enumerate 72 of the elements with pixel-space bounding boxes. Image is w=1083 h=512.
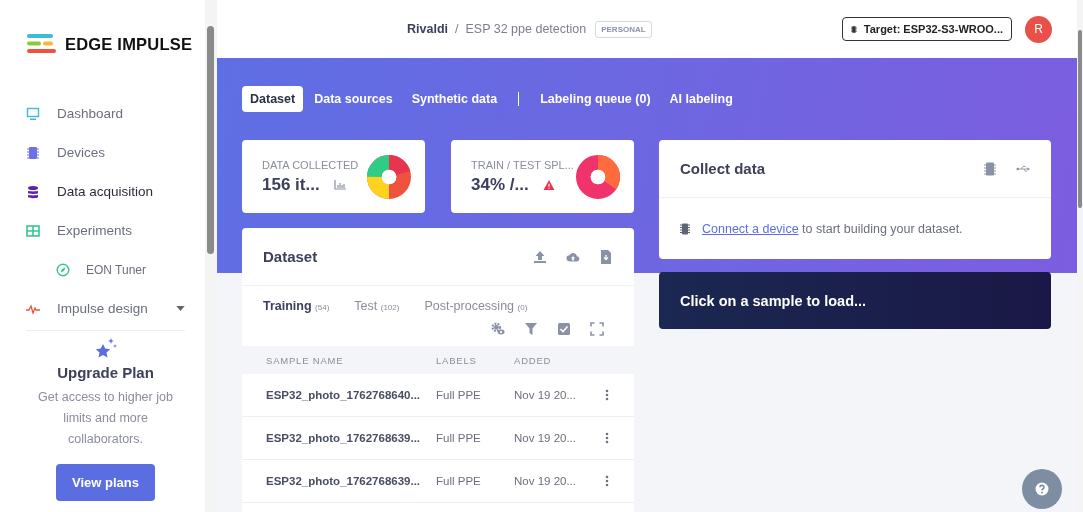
owner-name[interactable]: Rivaldi — [407, 22, 448, 36]
upload-icon[interactable] — [533, 249, 547, 264]
tab[interactable]: Labeling queue (0) — [532, 86, 659, 112]
target-button[interactable]: Target: ESP32-S3-WROO... — [842, 17, 1012, 41]
chip-icon — [680, 222, 690, 235]
stat-value: 156 it... — [262, 174, 320, 195]
scrollbar[interactable] — [1077, 0, 1083, 512]
gear-eye-icon[interactable] — [491, 322, 505, 336]
table-cell-text: ESP32_photo_1762768640... — [266, 389, 422, 401]
donut-chart-drawing — [367, 154, 411, 199]
breadcrumb-separator: / — [455, 22, 459, 36]
bar-chart-icon — [333, 179, 346, 190]
donut-chart-drawing — [576, 154, 620, 199]
avatar[interactable]: R — [1025, 15, 1052, 43]
column-header[interactable]: ADDED — [514, 354, 596, 366]
stat-value: 34% /... — [471, 174, 529, 195]
more-icon[interactable] — [605, 475, 609, 487]
tab[interactable]: AI labeling — [661, 86, 741, 112]
warning-icon — [542, 179, 555, 190]
sidebar-item[interactable]: Impulse design — [26, 289, 185, 328]
card-title: Dataset — [263, 248, 318, 265]
sidebar-item[interactable]: Data acquisition — [26, 172, 185, 211]
table-cell-text: ESP32_photo_1762768639... — [266, 475, 422, 487]
upgrade-title: Upgrade Plan — [57, 364, 154, 381]
monitor-icon — [26, 106, 40, 121]
view-plans-button[interactable]: View plans — [56, 464, 155, 501]
sidebar-item[interactable]: EON Tuner — [26, 250, 185, 289]
logo-icon — [26, 33, 57, 55]
scrollbar[interactable] — [205, 0, 217, 512]
column-header[interactable]: LABELS — [436, 354, 514, 366]
table-cell-text: ESP32_photo_1762768639... — [266, 432, 422, 444]
table-cell-text: Nov 19 20... — [514, 389, 577, 401]
subtab[interactable]: Post-processing (0) — [424, 299, 528, 313]
caret-icon — [176, 306, 185, 311]
connect-message: Connect a device to start building your dataset. — [702, 221, 963, 236]
tab[interactable]: Dataset — [242, 86, 304, 112]
fullscreen-icon[interactable] — [590, 322, 604, 336]
connect-device-link[interactable]: Connect a device — [702, 221, 799, 236]
stat-title: DATA COLLECTED — [262, 158, 360, 171]
sidebar-item[interactable]: Experiments — [26, 211, 185, 250]
file-download-icon[interactable] — [599, 249, 613, 264]
chip-icon[interactable] — [983, 161, 997, 176]
sidebar-item[interactable]: Dashboard — [26, 94, 185, 133]
help-button[interactable] — [1022, 469, 1062, 509]
compass-icon — [56, 262, 70, 277]
subtab[interactable]: Training (54) — [263, 299, 330, 313]
help-icon — [1035, 482, 1049, 496]
filter-icon[interactable] — [524, 322, 538, 336]
logo-text: EDGE IMPULSE — [65, 34, 193, 54]
stat-title: TRAIN / TEST SPL... — [471, 158, 575, 171]
table-cell-text: Nov 19 20... — [514, 432, 577, 444]
sidebar-item[interactable]: Devices — [26, 133, 185, 172]
subtab[interactable]: Test (102) — [354, 299, 400, 313]
chip-icon — [851, 23, 857, 35]
database-icon — [26, 184, 40, 199]
table-cell-text: Full PPE — [436, 432, 482, 444]
checkbox-icon[interactable] — [557, 322, 571, 336]
plan-badge: PERSONAL — [595, 20, 652, 38]
table-cell-text: Full PPE — [436, 475, 482, 487]
column-header[interactable]: SAMPLE NAME — [266, 354, 436, 366]
table-cell-text: Full PPE — [436, 389, 482, 401]
tab[interactable]: Data sources — [306, 86, 401, 112]
card-title: Collect data — [680, 160, 766, 177]
grid-icon — [26, 223, 40, 238]
table-cell-text: Nov 19 20... — [514, 475, 577, 487]
project-name: ESP 32 ppe detection — [465, 22, 587, 36]
sample-panel: Click on a sample to load... — [659, 272, 1051, 329]
chip-icon — [26, 145, 40, 160]
upgrade-text: Get access to higher job limits and more collaborators. — [37, 389, 174, 448]
more-icon[interactable] — [605, 432, 609, 444]
more-icon[interactable] — [605, 389, 609, 401]
tab[interactable]: Synthetic data — [403, 86, 506, 112]
